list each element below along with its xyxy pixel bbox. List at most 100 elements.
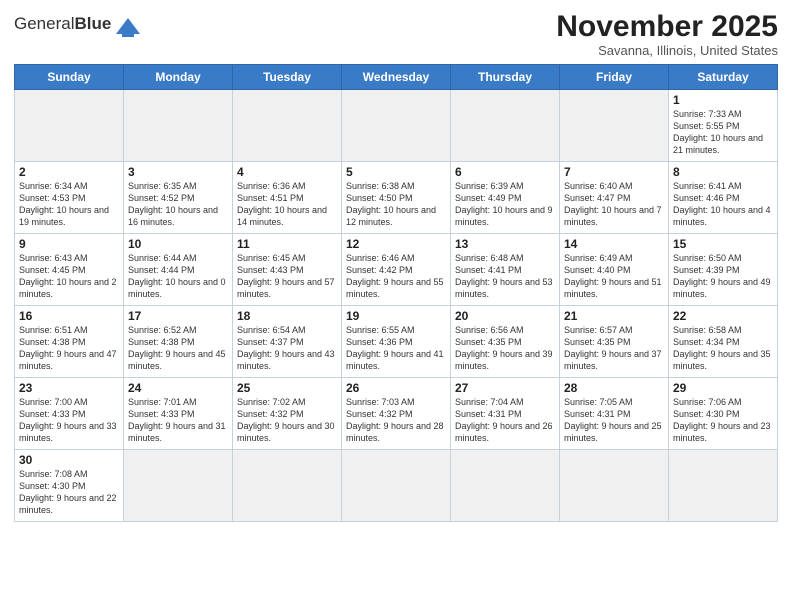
day-number: 23	[19, 381, 119, 395]
table-row: 15Sunrise: 6:50 AM Sunset: 4:39 PM Dayli…	[669, 234, 778, 306]
table-row: 17Sunrise: 6:52 AM Sunset: 4:38 PM Dayli…	[124, 306, 233, 378]
table-row: 4Sunrise: 6:36 AM Sunset: 4:51 PM Daylig…	[233, 162, 342, 234]
table-row	[124, 450, 233, 522]
day-info: Sunrise: 6:55 AM Sunset: 4:36 PM Dayligh…	[346, 324, 446, 373]
table-row: 30Sunrise: 7:08 AM Sunset: 4:30 PM Dayli…	[15, 450, 124, 522]
day-number: 9	[19, 237, 119, 251]
day-info: Sunrise: 6:45 AM Sunset: 4:43 PM Dayligh…	[237, 252, 337, 301]
day-number: 20	[455, 309, 555, 323]
day-number: 2	[19, 165, 119, 179]
table-row	[451, 90, 560, 162]
logo: GeneralBlue	[14, 10, 142, 42]
day-info: Sunrise: 6:38 AM Sunset: 4:50 PM Dayligh…	[346, 180, 446, 229]
title-block: November 2025 Savanna, Illinois, United …	[556, 10, 778, 58]
table-row: 19Sunrise: 6:55 AM Sunset: 4:36 PM Dayli…	[342, 306, 451, 378]
table-row: 23Sunrise: 7:00 AM Sunset: 4:33 PM Dayli…	[15, 378, 124, 450]
col-thursday: Thursday	[451, 65, 560, 90]
day-info: Sunrise: 6:58 AM Sunset: 4:34 PM Dayligh…	[673, 324, 773, 373]
table-row: 28Sunrise: 7:05 AM Sunset: 4:31 PM Dayli…	[560, 378, 669, 450]
day-number: 10	[128, 237, 228, 251]
table-row: 24Sunrise: 7:01 AM Sunset: 4:33 PM Dayli…	[124, 378, 233, 450]
header: GeneralBlue November 2025 Savanna, Illin…	[14, 10, 778, 58]
table-row: 10Sunrise: 6:44 AM Sunset: 4:44 PM Dayli…	[124, 234, 233, 306]
day-number: 15	[673, 237, 773, 251]
col-monday: Monday	[124, 65, 233, 90]
table-row	[669, 450, 778, 522]
day-info: Sunrise: 7:03 AM Sunset: 4:32 PM Dayligh…	[346, 396, 446, 445]
day-number: 27	[455, 381, 555, 395]
day-number: 1	[673, 93, 773, 107]
day-info: Sunrise: 7:06 AM Sunset: 4:30 PM Dayligh…	[673, 396, 773, 445]
table-row: 18Sunrise: 6:54 AM Sunset: 4:37 PM Dayli…	[233, 306, 342, 378]
day-number: 16	[19, 309, 119, 323]
day-info: Sunrise: 6:51 AM Sunset: 4:38 PM Dayligh…	[19, 324, 119, 373]
day-number: 28	[564, 381, 664, 395]
day-info: Sunrise: 6:49 AM Sunset: 4:40 PM Dayligh…	[564, 252, 664, 301]
calendar-table: Sunday Monday Tuesday Wednesday Thursday…	[14, 64, 778, 522]
day-number: 17	[128, 309, 228, 323]
day-info: Sunrise: 6:35 AM Sunset: 4:52 PM Dayligh…	[128, 180, 228, 229]
day-info: Sunrise: 6:56 AM Sunset: 4:35 PM Dayligh…	[455, 324, 555, 373]
day-info: Sunrise: 6:50 AM Sunset: 4:39 PM Dayligh…	[673, 252, 773, 301]
table-row: 27Sunrise: 7:04 AM Sunset: 4:31 PM Dayli…	[451, 378, 560, 450]
day-number: 29	[673, 381, 773, 395]
day-info: Sunrise: 7:02 AM Sunset: 4:32 PM Dayligh…	[237, 396, 337, 445]
table-row: 8Sunrise: 6:41 AM Sunset: 4:46 PM Daylig…	[669, 162, 778, 234]
table-row: 11Sunrise: 6:45 AM Sunset: 4:43 PM Dayli…	[233, 234, 342, 306]
day-number: 13	[455, 237, 555, 251]
col-friday: Friday	[560, 65, 669, 90]
day-number: 25	[237, 381, 337, 395]
day-number: 7	[564, 165, 664, 179]
table-row	[451, 450, 560, 522]
table-row	[15, 90, 124, 162]
table-row: 22Sunrise: 6:58 AM Sunset: 4:34 PM Dayli…	[669, 306, 778, 378]
calendar-header-row: Sunday Monday Tuesday Wednesday Thursday…	[15, 65, 778, 90]
day-info: Sunrise: 6:44 AM Sunset: 4:44 PM Dayligh…	[128, 252, 228, 301]
day-number: 30	[19, 453, 119, 467]
day-number: 21	[564, 309, 664, 323]
day-number: 19	[346, 309, 446, 323]
day-info: Sunrise: 7:08 AM Sunset: 4:30 PM Dayligh…	[19, 468, 119, 517]
table-row: 25Sunrise: 7:02 AM Sunset: 4:32 PM Dayli…	[233, 378, 342, 450]
day-number: 26	[346, 381, 446, 395]
logo-text: GeneralBlue	[14, 14, 111, 34]
day-info: Sunrise: 6:52 AM Sunset: 4:38 PM Dayligh…	[128, 324, 228, 373]
logo-blue-text: Blue	[74, 14, 111, 33]
table-row	[560, 90, 669, 162]
day-number: 8	[673, 165, 773, 179]
table-row: 12Sunrise: 6:46 AM Sunset: 4:42 PM Dayli…	[342, 234, 451, 306]
table-row: 3Sunrise: 6:35 AM Sunset: 4:52 PM Daylig…	[124, 162, 233, 234]
table-row: 29Sunrise: 7:06 AM Sunset: 4:30 PM Dayli…	[669, 378, 778, 450]
table-row: 2Sunrise: 6:34 AM Sunset: 4:53 PM Daylig…	[15, 162, 124, 234]
table-row: 13Sunrise: 6:48 AM Sunset: 4:41 PM Dayli…	[451, 234, 560, 306]
table-row: 1Sunrise: 7:33 AM Sunset: 5:55 PM Daylig…	[669, 90, 778, 162]
day-info: Sunrise: 6:34 AM Sunset: 4:53 PM Dayligh…	[19, 180, 119, 229]
col-wednesday: Wednesday	[342, 65, 451, 90]
day-info: Sunrise: 6:46 AM Sunset: 4:42 PM Dayligh…	[346, 252, 446, 301]
table-row: 21Sunrise: 6:57 AM Sunset: 4:35 PM Dayli…	[560, 306, 669, 378]
day-number: 22	[673, 309, 773, 323]
table-row	[233, 90, 342, 162]
table-row	[342, 90, 451, 162]
table-row	[124, 90, 233, 162]
logo-icon	[114, 14, 142, 42]
day-number: 3	[128, 165, 228, 179]
day-info: Sunrise: 7:01 AM Sunset: 4:33 PM Dayligh…	[128, 396, 228, 445]
location: Savanna, Illinois, United States	[556, 43, 778, 58]
table-row	[342, 450, 451, 522]
table-row: 5Sunrise: 6:38 AM Sunset: 4:50 PM Daylig…	[342, 162, 451, 234]
day-info: Sunrise: 7:04 AM Sunset: 4:31 PM Dayligh…	[455, 396, 555, 445]
day-info: Sunrise: 7:00 AM Sunset: 4:33 PM Dayligh…	[19, 396, 119, 445]
day-info: Sunrise: 6:57 AM Sunset: 4:35 PM Dayligh…	[564, 324, 664, 373]
day-number: 14	[564, 237, 664, 251]
day-number: 12	[346, 237, 446, 251]
page: GeneralBlue November 2025 Savanna, Illin…	[0, 0, 792, 612]
day-info: Sunrise: 7:05 AM Sunset: 4:31 PM Dayligh…	[564, 396, 664, 445]
day-info: Sunrise: 6:54 AM Sunset: 4:37 PM Dayligh…	[237, 324, 337, 373]
table-row	[233, 450, 342, 522]
table-row: 9Sunrise: 6:43 AM Sunset: 4:45 PM Daylig…	[15, 234, 124, 306]
table-row	[560, 450, 669, 522]
table-row: 6Sunrise: 6:39 AM Sunset: 4:49 PM Daylig…	[451, 162, 560, 234]
day-number: 4	[237, 165, 337, 179]
table-row: 16Sunrise: 6:51 AM Sunset: 4:38 PM Dayli…	[15, 306, 124, 378]
